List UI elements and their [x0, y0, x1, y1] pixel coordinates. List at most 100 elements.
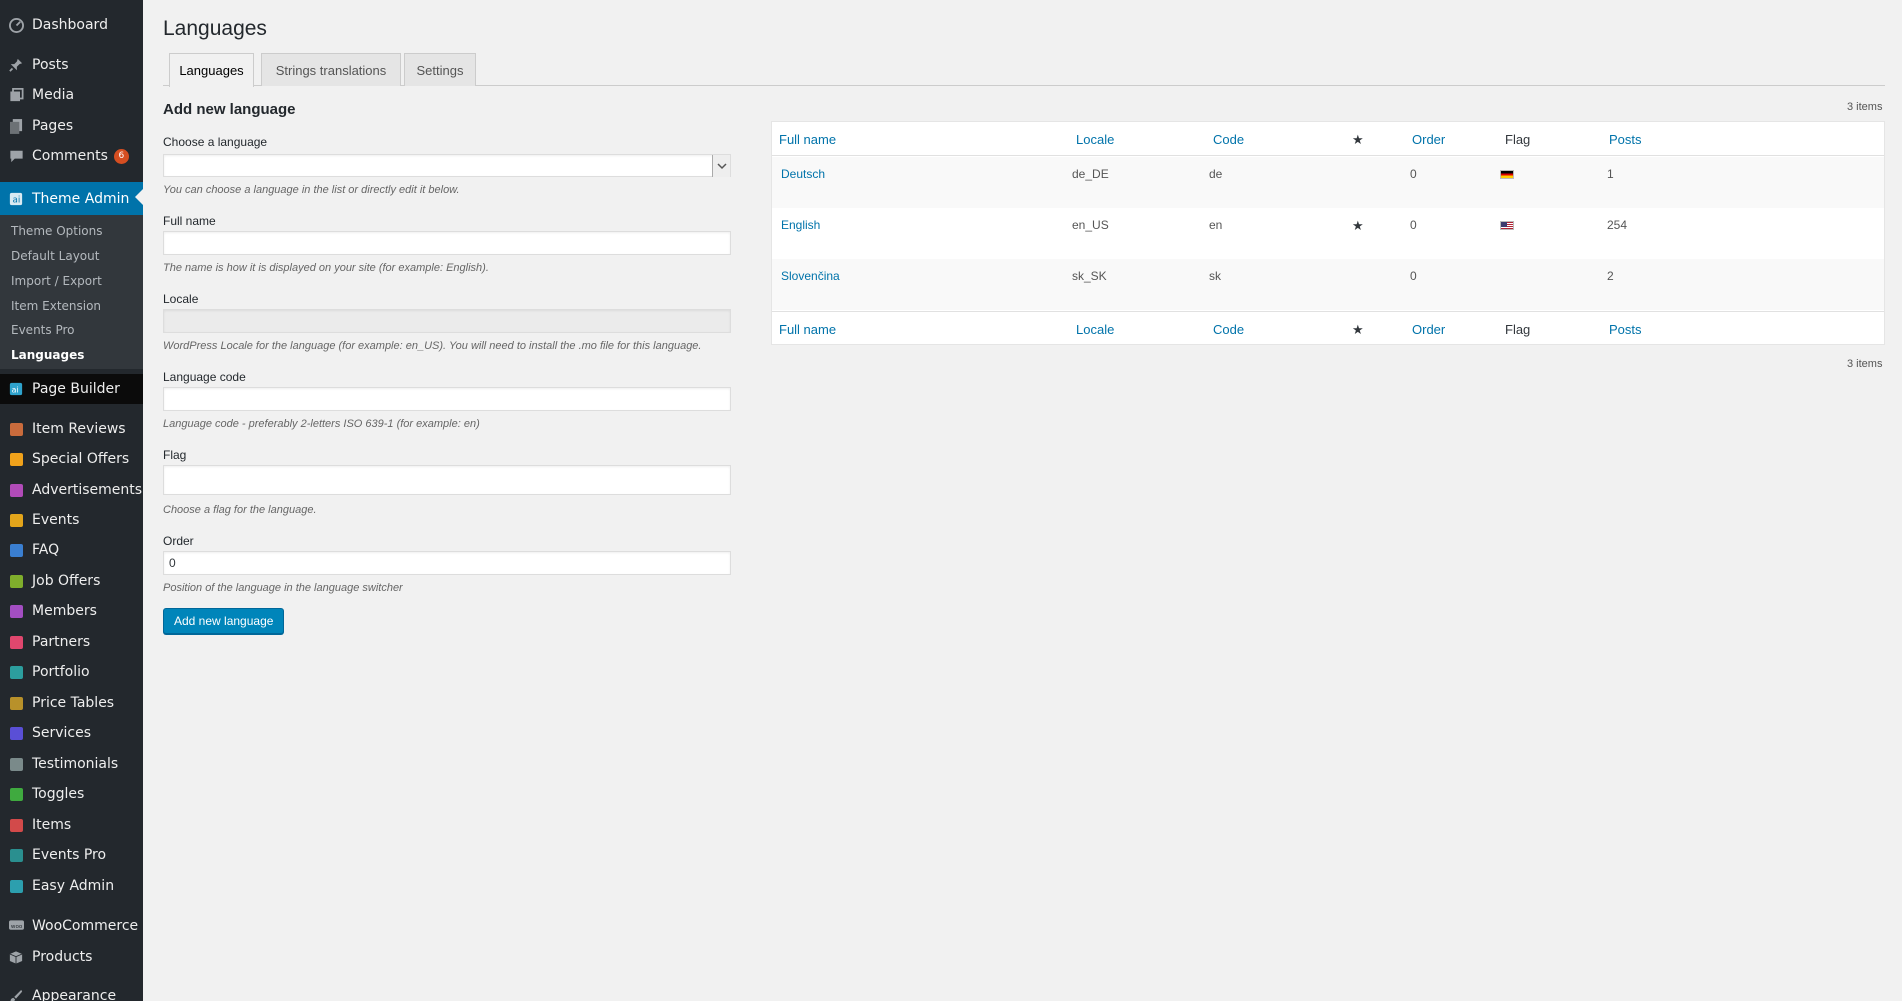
menu-page-builder[interactable]: ai Page Builder: [0, 374, 143, 404]
submenu-events-pro[interactable]: Events Pro: [11, 323, 74, 337]
tab-settings[interactable]: Settings: [404, 53, 476, 86]
column-order[interactable]: Order: [1412, 132, 1445, 147]
column-code[interactable]: Code: [1213, 132, 1244, 147]
menu-theme-admin[interactable]: ai Theme Admin: [0, 182, 143, 215]
menu-price-tables[interactable]: Price Tables: [0, 688, 143, 718]
menu-appearance[interactable]: Appearance: [0, 981, 143, 1001]
menu-services[interactable]: Services: [0, 718, 143, 748]
pin-icon: [8, 57, 24, 73]
brush-icon: [8, 988, 24, 1001]
full-name-input[interactable]: [163, 231, 731, 255]
menu-faq[interactable]: FAQ: [0, 535, 143, 565]
menu-testimonials[interactable]: Testimonials: [0, 749, 143, 779]
menu-item-label: Partners: [32, 634, 91, 650]
table-row: Slovenčina sk_SK sk 0 2: [772, 259, 1884, 310]
default-language-star-icon: ★: [1352, 218, 1364, 233]
flag-label: Flag: [163, 448, 187, 462]
table-row: English en_US en ★ 0 254: [772, 208, 1884, 259]
calendar-pro-icon: [8, 847, 24, 863]
theme-admin-submenu: [0, 215, 143, 369]
menu-posts[interactable]: Posts: [0, 50, 143, 80]
tab-strings-translations[interactable]: Strings translations: [261, 53, 401, 86]
menu-item-label: Job Offers: [32, 573, 101, 589]
column-posts[interactable]: Posts: [1609, 132, 1642, 147]
svg-text:ai: ai: [12, 386, 19, 395]
menu-events[interactable]: Events: [0, 505, 143, 535]
column-flag: Flag: [1505, 132, 1531, 147]
menu-special-offers[interactable]: Special Offers: [0, 444, 143, 474]
menu-item-label: Members: [32, 603, 97, 619]
order-input[interactable]: [163, 551, 731, 575]
submenu-languages[interactable]: Languages: [11, 348, 84, 362]
menu-item-label: Easy Admin: [32, 878, 115, 894]
submenu-import-export[interactable]: Import / Export: [11, 274, 102, 288]
column-full-name[interactable]: Full name: [779, 132, 836, 147]
menu-easy-admin[interactable]: Easy Admin: [0, 871, 143, 901]
chevron-down-icon[interactable]: [712, 155, 730, 177]
footer-column-full-name[interactable]: Full name: [779, 322, 836, 337]
menu-pages[interactable]: Pages: [0, 111, 143, 141]
footer-column-posts[interactable]: Posts: [1609, 322, 1642, 337]
language-code: de: [1209, 167, 1223, 181]
tag-icon: [8, 451, 24, 467]
add-language-heading: Add new language: [163, 101, 296, 118]
gear-icon: [8, 725, 24, 741]
menu-dashboard-label: Dashboard: [32, 17, 108, 33]
table-footer-row: Full name Locale Code ★ Order Flag Posts: [772, 311, 1884, 345]
menu-item-label: Special Offers: [32, 451, 130, 467]
submenu-default-layout[interactable]: Default Layout: [11, 249, 99, 263]
menu-media[interactable]: Media: [0, 80, 143, 110]
language-order: 0: [1410, 269, 1417, 283]
menu-dashboard[interactable]: Dashboard: [0, 10, 143, 40]
language-name-link[interactable]: Deutsch: [781, 167, 825, 181]
dollar-icon: [8, 695, 24, 711]
footer-column-locale[interactable]: Locale: [1076, 322, 1114, 337]
menu-page-builder-label: Page Builder: [32, 381, 120, 397]
language-posts-count: 1: [1607, 167, 1614, 181]
choose-language-select[interactable]: [163, 154, 731, 177]
menu-portfolio[interactable]: Portfolio: [0, 657, 143, 687]
locale-input[interactable]: [163, 309, 731, 333]
theme-admin-icon: ai: [8, 191, 24, 207]
flag-select[interactable]: [163, 465, 731, 495]
calendar-icon: [8, 512, 24, 528]
main-content: Languages Languages Strings translations…: [143, 0, 1902, 1001]
menu-toggles[interactable]: Toggles: [0, 779, 143, 809]
quote-icon: [8, 756, 24, 772]
menu-events-pro[interactable]: Events Pro: [0, 840, 143, 870]
languages-table: Full name Locale Code ★ Order Flag Posts…: [771, 121, 1885, 345]
menu-members[interactable]: Members: [0, 596, 143, 626]
items-count-top: 3 items: [1847, 101, 1883, 113]
locale-label: Locale: [163, 292, 199, 306]
menu-item-label: Advertisements: [32, 482, 143, 498]
column-locale[interactable]: Locale: [1076, 132, 1114, 147]
submenu-theme-options[interactable]: Theme Options: [11, 224, 103, 238]
language-order: 0: [1410, 218, 1417, 232]
tab-languages[interactable]: Languages: [169, 53, 254, 87]
submenu-item-extension[interactable]: Item Extension: [11, 299, 101, 313]
order-label: Order: [163, 534, 194, 548]
menu-woocommerce-label: WooCommerce: [32, 918, 139, 934]
language-locale: de_DE: [1072, 167, 1109, 181]
language-code-description: Language code - preferably 2-letters ISO…: [163, 418, 480, 430]
menu-job-offers[interactable]: Job Offers: [0, 566, 143, 596]
page-builder-icon: ai: [8, 381, 24, 397]
language-name-link[interactable]: English: [781, 218, 820, 232]
menu-item-reviews[interactable]: Item Reviews: [0, 414, 143, 444]
footer-column-order[interactable]: Order: [1412, 322, 1445, 337]
language-name-link[interactable]: Slovenčina: [781, 269, 840, 283]
language-code-input[interactable]: [163, 387, 731, 411]
full-name-label: Full name: [163, 214, 216, 228]
menu-woocommerce[interactable]: woo WooCommerce: [0, 911, 143, 941]
menu-partners[interactable]: Partners: [0, 627, 143, 657]
svg-text:woo: woo: [10, 924, 22, 930]
menu-items[interactable]: Items: [0, 810, 143, 840]
language-posts-count: 254: [1607, 218, 1628, 232]
menu-comments[interactable]: Comments 6: [0, 141, 143, 171]
add-new-language-button[interactable]: Add new language: [163, 608, 285, 634]
menu-item-label: Services: [32, 725, 92, 741]
full-name-description: The name is how it is displayed on your …: [163, 262, 489, 274]
menu-products[interactable]: Products: [0, 942, 143, 972]
footer-column-code[interactable]: Code: [1213, 322, 1244, 337]
menu-advertisements[interactable]: Advertisements: [0, 475, 143, 505]
